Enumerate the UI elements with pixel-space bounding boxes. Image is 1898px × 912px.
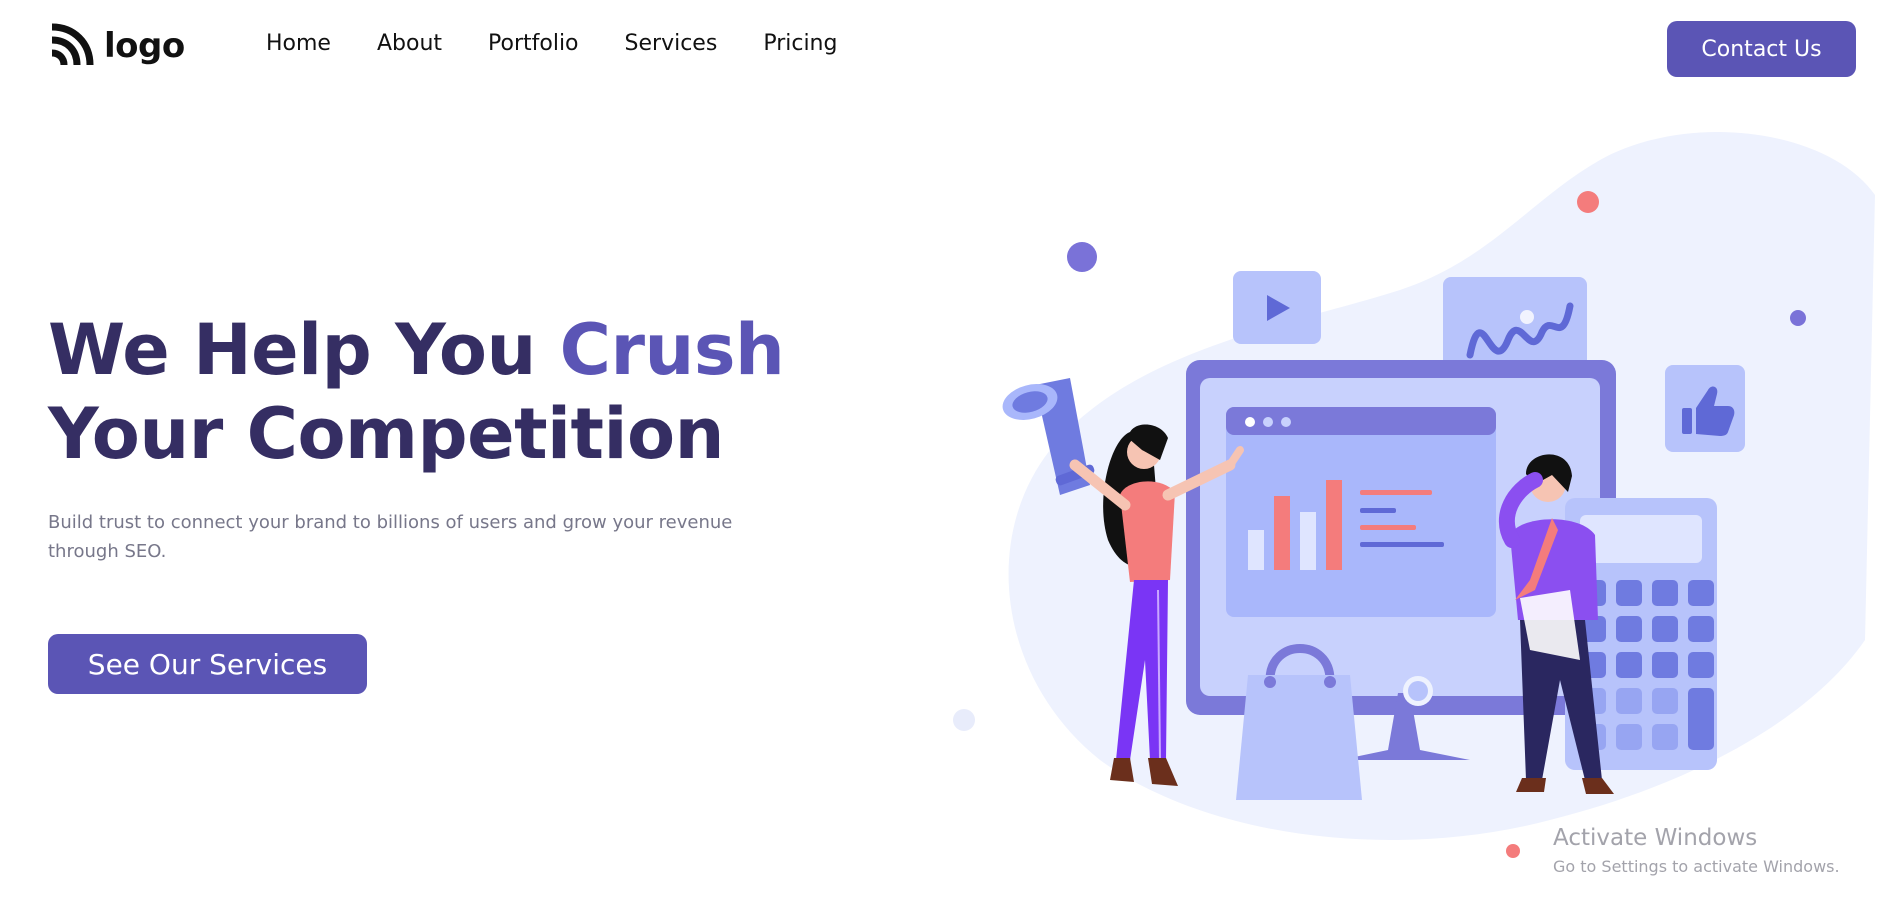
main-nav: Home About Portfolio Services Pricing xyxy=(266,31,837,56)
nav-services[interactable]: Services xyxy=(625,31,718,56)
watermark-subtitle: Go to Settings to activate Windows. xyxy=(1553,857,1840,876)
thumbs-up-icon xyxy=(1665,365,1745,452)
see-our-services-button[interactable]: See Our Services xyxy=(48,634,367,694)
dot xyxy=(1577,191,1599,213)
watermark-title: Activate Windows xyxy=(1553,825,1758,851)
logo-icon xyxy=(51,23,94,66)
hero-title-accent: Crush xyxy=(559,309,785,391)
play-icon xyxy=(1233,271,1321,344)
nav-about[interactable]: About xyxy=(377,31,442,56)
logo[interactable]: logo xyxy=(48,22,185,70)
dot xyxy=(1067,242,1097,272)
site-header: logo Home About Portfolio Services Prici… xyxy=(0,0,1898,100)
nav-pricing[interactable]: Pricing xyxy=(763,31,837,56)
hero-subtitle: Build trust to connect your brand to bil… xyxy=(48,512,733,562)
contact-us-button[interactable]: Contact Us xyxy=(1667,21,1856,77)
dot xyxy=(1506,844,1520,858)
hero-title-part2: Your Competition xyxy=(48,393,724,475)
dot xyxy=(1790,310,1806,326)
hero-title: We Help You Crush Your Competition xyxy=(48,308,868,476)
windows-activation-watermark: Activate Windows Go to Settings to activ… xyxy=(1553,823,1840,879)
hero-illustration xyxy=(953,131,1875,858)
nav-home[interactable]: Home xyxy=(266,31,331,56)
nav-portfolio[interactable]: Portfolio xyxy=(488,31,579,56)
hero-title-part1: We Help You xyxy=(48,309,560,391)
dot xyxy=(953,709,975,731)
browser-window xyxy=(1226,407,1496,617)
logo-text: logo xyxy=(104,26,185,66)
